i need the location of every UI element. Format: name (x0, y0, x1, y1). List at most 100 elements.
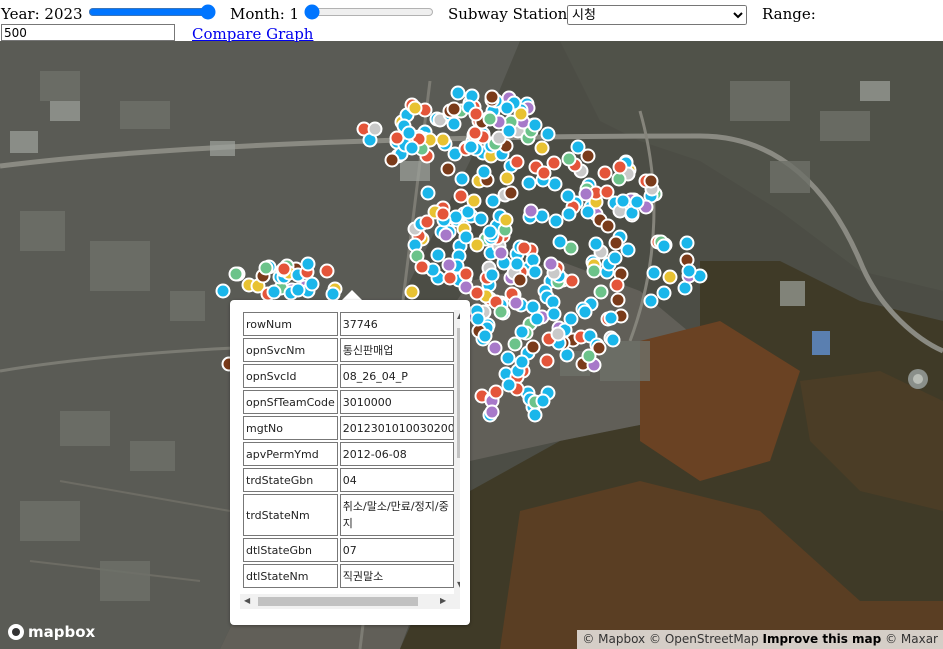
business-marker[interactable] (453, 188, 469, 204)
business-marker[interactable] (215, 283, 231, 299)
business-marker[interactable] (458, 266, 474, 282)
business-marker[interactable] (643, 173, 659, 189)
business-marker[interactable] (546, 306, 562, 322)
business-marker[interactable] (527, 407, 543, 423)
business-marker[interactable] (643, 293, 659, 309)
business-marker[interactable] (325, 286, 341, 302)
business-marker[interactable] (560, 188, 576, 204)
business-marker[interactable] (446, 101, 462, 117)
business-marker[interactable] (612, 159, 628, 175)
business-marker[interactable] (529, 311, 545, 327)
business-marker[interactable] (599, 184, 615, 200)
horizontal-scroll-thumb[interactable] (258, 597, 418, 606)
business-marker[interactable] (527, 117, 543, 133)
business-marker[interactable] (620, 242, 636, 258)
business-marker[interactable] (484, 404, 500, 420)
business-marker[interactable] (440, 161, 456, 177)
business-marker[interactable] (266, 284, 282, 300)
business-marker[interactable] (407, 100, 423, 116)
business-marker[interactable] (435, 206, 451, 222)
business-marker[interactable] (476, 164, 492, 180)
business-marker[interactable] (646, 265, 662, 281)
business-marker[interactable] (593, 284, 609, 300)
business-marker[interactable] (473, 211, 489, 227)
business-marker[interactable] (662, 269, 678, 284)
business-marker[interactable] (258, 260, 274, 276)
business-marker[interactable] (525, 339, 541, 355)
map-canvas[interactable]: mapbox © Mapbox © OpenStreetMap Improve … (0, 41, 943, 649)
compare-graph-link[interactable]: Compare Graph (192, 25, 313, 43)
business-marker[interactable] (679, 235, 695, 251)
business-marker[interactable] (534, 140, 550, 156)
business-marker[interactable] (499, 100, 515, 116)
business-marker[interactable] (488, 384, 504, 400)
business-marker[interactable] (548, 213, 564, 229)
business-marker[interactable] (503, 185, 519, 201)
business-marker[interactable] (629, 194, 645, 210)
business-marker[interactable] (484, 267, 500, 283)
attribution-mapbox[interactable]: © Mapbox (582, 632, 645, 646)
business-marker[interactable] (527, 264, 543, 280)
business-marker[interactable] (508, 295, 524, 311)
business-marker[interactable] (493, 304, 509, 320)
business-marker[interactable] (577, 304, 593, 320)
business-marker[interactable] (570, 139, 586, 155)
business-marker[interactable] (446, 116, 462, 132)
business-marker[interactable] (561, 206, 577, 222)
business-marker[interactable] (493, 245, 509, 261)
business-marker[interactable] (442, 270, 458, 286)
business-marker[interactable] (656, 285, 672, 301)
scroll-up-icon[interactable]: ▲ (457, 311, 460, 320)
business-marker[interactable] (435, 132, 451, 148)
month-slider[interactable] (304, 4, 434, 20)
business-marker[interactable] (469, 285, 485, 301)
business-marker[interactable] (501, 123, 517, 139)
business-marker[interactable] (469, 237, 485, 253)
business-marker[interactable] (468, 106, 484, 122)
popup-scroll-area[interactable]: rowNum 37746 opnSvcNm 통신판매업 opnSvcId 08_26_04… (240, 310, 460, 610)
scroll-left-icon[interactable]: ◀ (244, 596, 250, 605)
business-marker[interactable] (454, 171, 470, 187)
business-marker[interactable] (404, 140, 420, 156)
business-marker[interactable] (509, 256, 525, 272)
improve-map-link[interactable]: Improve this map (762, 632, 881, 646)
business-marker[interactable] (543, 256, 559, 272)
business-marker[interactable] (501, 377, 517, 393)
business-marker[interactable] (509, 154, 525, 170)
business-marker[interactable] (401, 125, 417, 141)
business-marker[interactable] (384, 152, 400, 168)
business-marker[interactable] (499, 170, 515, 186)
business-marker[interactable] (482, 111, 498, 127)
business-marker[interactable] (681, 263, 697, 279)
business-marker[interactable] (550, 326, 566, 342)
business-marker[interactable] (610, 292, 626, 308)
business-marker[interactable] (603, 310, 619, 326)
business-marker[interactable] (563, 311, 579, 327)
business-marker[interactable] (438, 227, 454, 243)
business-marker[interactable] (420, 185, 436, 201)
business-marker[interactable] (466, 193, 482, 209)
scroll-down-icon[interactable]: ▼ (457, 580, 460, 589)
business-marker[interactable] (404, 284, 420, 300)
business-marker[interactable] (414, 259, 430, 275)
business-marker[interactable] (228, 266, 244, 282)
business-marker[interactable] (609, 277, 625, 293)
business-marker[interactable] (484, 89, 500, 105)
business-marker[interactable] (487, 340, 503, 356)
business-marker[interactable] (597, 165, 613, 181)
business-marker[interactable] (514, 354, 530, 370)
vertical-scroll-thumb[interactable] (457, 328, 460, 458)
business-marker[interactable] (300, 256, 316, 272)
station-select[interactable]: 시청 (567, 5, 747, 25)
scroll-right-icon[interactable]: ▶ (440, 596, 446, 605)
range-input[interactable] (1, 24, 175, 41)
business-marker[interactable] (535, 393, 551, 409)
business-marker[interactable] (586, 263, 602, 279)
business-marker[interactable] (552, 234, 568, 250)
business-marker[interactable] (656, 238, 672, 254)
business-marker[interactable] (482, 224, 498, 240)
business-marker[interactable] (605, 332, 621, 348)
popup-vertical-scrollbar[interactable]: ▲ ▼ (454, 310, 460, 594)
business-marker[interactable] (536, 165, 552, 181)
business-marker[interactable] (463, 139, 479, 155)
